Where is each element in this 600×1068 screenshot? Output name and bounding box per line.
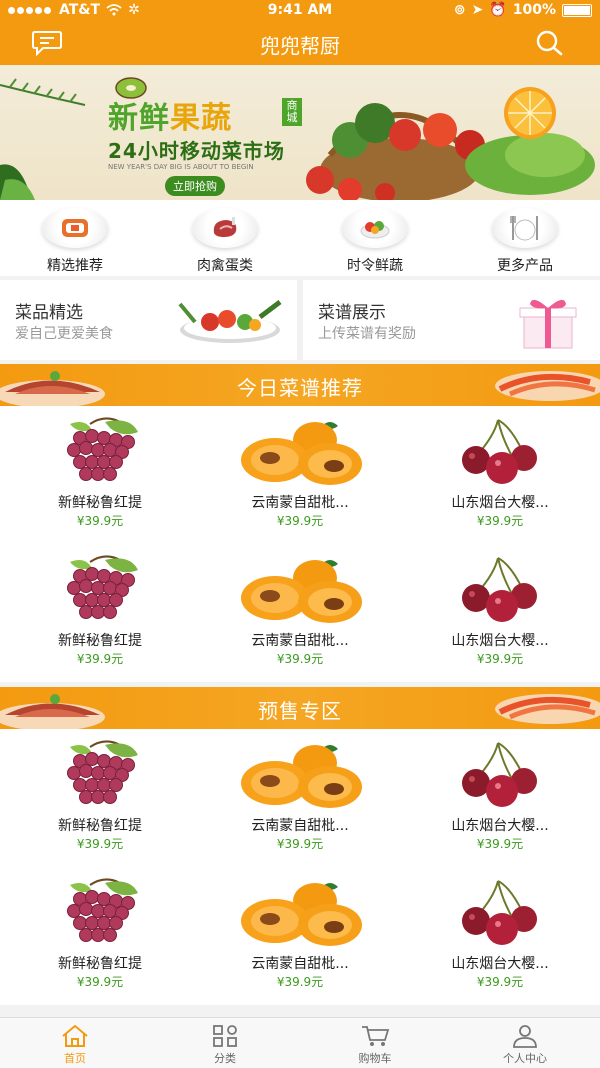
- banner-english: NEW YEAR'S DAY BIG IS ABOUT TO BEGIN: [108, 163, 254, 171]
- product-price: ¥39.9元: [276, 837, 324, 851]
- product-price: ¥39.9元: [276, 975, 324, 989]
- product-card[interactable]: 山东烟台大樱... ¥39.9元: [400, 867, 600, 1005]
- product-name: 山东烟台大樱...: [451, 633, 549, 649]
- promo-banner[interactable]: 新鲜果蔬 商城 24小时移动菜市场 NEW YEAR'S DAY BIG IS …: [0, 65, 600, 200]
- apricot-icon: [230, 416, 370, 486]
- product-name: 新鲜秘鲁红提: [58, 633, 142, 649]
- search-icon[interactable]: [532, 28, 566, 58]
- gift-box-icon: [508, 292, 588, 354]
- shrimp-icon: [495, 694, 600, 724]
- product-name: 云南蒙自甜枇...: [251, 818, 349, 834]
- section-header-presale: 预售专区: [0, 687, 600, 729]
- product-card[interactable]: 云南蒙自甜枇... ¥39.9元: [200, 544, 400, 682]
- lock-rotation-icon: ⊚: [453, 2, 466, 18]
- cherry-icon: [450, 416, 550, 486]
- page-title: 兜兜帮厨: [260, 34, 340, 58]
- home-icon: [60, 1024, 90, 1048]
- apricot-icon: [230, 554, 370, 624]
- product-grid-presale: 新鲜秘鲁红提 ¥39.9元 云南蒙自甜枇... ¥39.9元 山东烟台大樱... ¥39.…: [0, 729, 600, 1005]
- product-card[interactable]: 新鲜秘鲁红提 ¥39.9元: [0, 544, 200, 682]
- promo-title: 菜谱展示: [318, 303, 386, 323]
- product-card[interactable]: 山东烟台大樱... ¥39.9元: [400, 729, 600, 867]
- tab-profile[interactable]: 个人中心: [450, 1018, 600, 1068]
- apricot-icon: [230, 877, 370, 947]
- product-card[interactable]: 山东烟台大樱... ¥39.9元: [400, 544, 600, 682]
- ham-icon: [192, 208, 258, 248]
- product-card[interactable]: 云南蒙自甜枇... ¥39.9元: [200, 867, 400, 1005]
- promo-card-selection[interactable]: 菜品精选 爱自己更爱美食: [0, 280, 297, 360]
- promo-subtitle: 上传菜谱有奖励: [318, 326, 416, 342]
- product-grid-recipes: 新鲜秘鲁红提 ¥39.9元 云南蒙自甜枇... ¥39.9元 山东烟台大樱... ¥39.…: [0, 406, 600, 682]
- tab-cart[interactable]: 购物车: [300, 1018, 450, 1068]
- product-price: ¥39.9元: [476, 975, 524, 989]
- product-price: ¥39.9元: [76, 837, 124, 851]
- product-price: ¥39.9元: [76, 975, 124, 989]
- user-icon: [510, 1024, 540, 1048]
- product-card[interactable]: 新鲜秘鲁红提 ¥39.9元: [0, 867, 200, 1005]
- grape-icon: [50, 739, 150, 809]
- product-name: 新鲜秘鲁红提: [58, 956, 142, 972]
- sushi-icon: [42, 208, 108, 248]
- product-name: 新鲜秘鲁红提: [58, 495, 142, 511]
- product-price: ¥39.9元: [76, 514, 124, 528]
- category-item-vegetables[interactable]: 时令鲜蔬: [300, 200, 450, 276]
- product-name: 云南蒙自甜枇...: [251, 633, 349, 649]
- product-price: ¥39.9元: [276, 514, 324, 528]
- banner-subtitle: 24小时移动菜市场: [108, 139, 285, 163]
- battery-icon: [562, 3, 592, 17]
- promo-card-recipes[interactable]: 菜谱展示 上传菜谱有奖励: [303, 280, 600, 360]
- product-name: 山东烟台大樱...: [451, 495, 549, 511]
- salad-icon: [342, 208, 408, 248]
- top-nav-bar: 兜兜帮厨: [0, 20, 600, 65]
- category-item-recommend[interactable]: 精选推荐: [0, 200, 150, 276]
- grape-icon: [50, 554, 150, 624]
- cutlery-icon: [492, 208, 558, 248]
- promo-title: 菜品精选: [15, 303, 83, 323]
- shrimp-icon: [495, 371, 600, 401]
- grape-icon: [50, 877, 150, 947]
- cherry-icon: [450, 877, 550, 947]
- product-card[interactable]: 新鲜秘鲁红提 ¥39.9元: [0, 406, 200, 544]
- product-price: ¥39.9元: [476, 514, 524, 528]
- product-name: 山东烟台大樱...: [451, 956, 549, 972]
- battery-label: 100%: [512, 2, 556, 18]
- product-price: ¥39.9元: [276, 652, 324, 666]
- product-card[interactable]: 新鲜秘鲁红提 ¥39.9元: [0, 729, 200, 867]
- product-name: 云南蒙自甜枇...: [251, 495, 349, 511]
- product-price: ¥39.9元: [76, 652, 124, 666]
- location-icon: ➤: [471, 2, 484, 18]
- product-name: 山东烟台大樱...: [451, 818, 549, 834]
- product-name: 云南蒙自甜枇...: [251, 956, 349, 972]
- section-header-recipes: 今日菜谱推荐: [0, 364, 600, 406]
- banner-headline: 新鲜果蔬: [108, 101, 232, 136]
- vegetables-icon: [175, 292, 285, 351]
- apricot-icon: [230, 739, 370, 809]
- promo-cards: 菜品精选 爱自己更爱美食 菜谱展示 上传菜谱有奖励: [0, 280, 600, 360]
- product-price: ¥39.9元: [476, 837, 524, 851]
- bottom-tab-bar: 首页 分类 购物车 个人中心: [0, 1017, 600, 1068]
- product-card[interactable]: 云南蒙自甜枇... ¥39.9元: [200, 729, 400, 867]
- product-card[interactable]: 山东烟台大樱... ¥39.9元: [400, 406, 600, 544]
- cherry-icon: [450, 554, 550, 624]
- category-item-meat[interactable]: 肉禽蛋类: [150, 200, 300, 276]
- vegetable-basket-icon: [306, 87, 595, 200]
- alarm-icon: ⏰: [489, 2, 507, 18]
- product-card[interactable]: 云南蒙自甜枇... ¥39.9元: [200, 406, 400, 544]
- category-row: 精选推荐 肉禽蛋类 时令鲜蔬 更多产品: [0, 200, 600, 276]
- herb-icon: [0, 78, 86, 200]
- category-item-more[interactable]: 更多产品: [450, 200, 600, 276]
- status-bar: AT&T ✲ 9:41 AM ⊚ ➤ ⏰ 100%: [0, 0, 600, 20]
- product-name: 新鲜秘鲁红提: [58, 818, 142, 834]
- banner-cta-button[interactable]: 立即抢购: [165, 176, 225, 196]
- tab-category[interactable]: 分类: [150, 1018, 300, 1068]
- grid-icon: [210, 1024, 240, 1048]
- promo-subtitle: 爱自己更爱美食: [15, 326, 113, 342]
- cherry-icon: [450, 739, 550, 809]
- cart-icon: [360, 1024, 390, 1048]
- grape-icon: [50, 416, 150, 486]
- tab-home[interactable]: 首页: [0, 1018, 150, 1068]
- product-price: ¥39.9元: [476, 652, 524, 666]
